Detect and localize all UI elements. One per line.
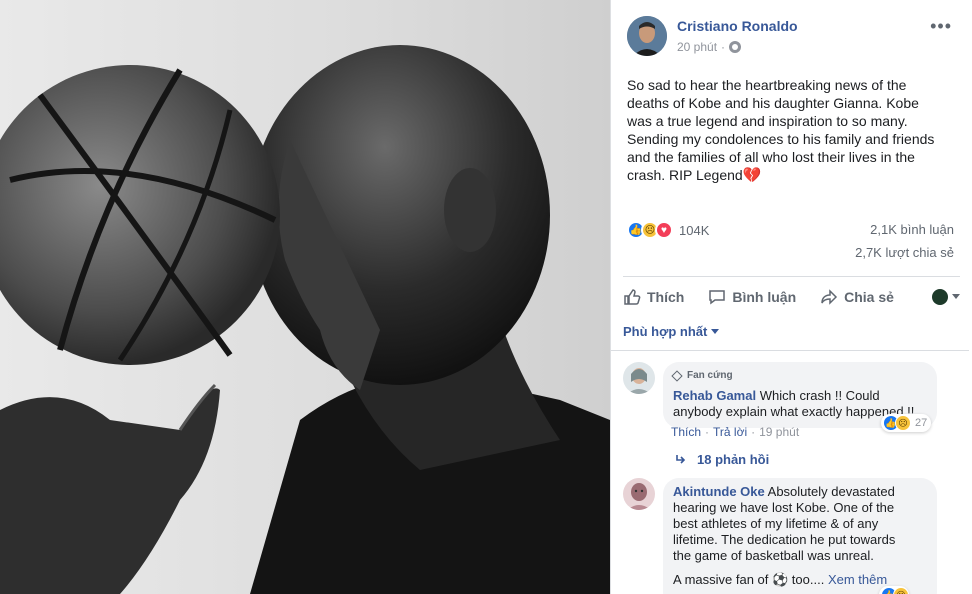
comment-button[interactable]: Bình luận bbox=[708, 282, 796, 306]
comment-reaction-count: 27 bbox=[915, 417, 928, 429]
sort-label: Phù hợp nhất bbox=[623, 324, 708, 339]
page-avatar bbox=[932, 288, 948, 305]
post-photo[interactable] bbox=[0, 0, 610, 594]
commenter-name[interactable]: Akintunde Oke bbox=[673, 484, 765, 499]
comment-reply-link[interactable]: Trả lời bbox=[713, 425, 747, 439]
thumbs-up-icon bbox=[624, 288, 641, 305]
see-more-link[interactable]: Xem thêm bbox=[828, 572, 887, 587]
chevron-down-icon bbox=[952, 294, 960, 299]
author-name[interactable]: Cristiano Ronaldo bbox=[677, 18, 798, 34]
post-time[interactable]: 20 phút bbox=[677, 40, 717, 54]
love-icon: ♥ bbox=[655, 221, 673, 239]
commenter-name[interactable]: Rehab Gamal bbox=[673, 388, 756, 403]
sad-icon: ☹ bbox=[895, 415, 911, 431]
share-icon bbox=[821, 288, 838, 305]
share-label: Chia sẻ bbox=[844, 288, 894, 305]
badge-label: Fan cứng bbox=[687, 370, 733, 381]
reply-arrow-icon bbox=[676, 454, 686, 464]
reactions-summary[interactable]: 👍 ☹ ♥ 104K bbox=[627, 221, 709, 239]
comments-count[interactable]: 2,1K bình luận bbox=[870, 222, 954, 237]
comment-reactions[interactable]: 👍 ☹ 27 bbox=[881, 414, 932, 432]
divider bbox=[611, 350, 972, 351]
post-body: So sad to hear the heartbreaking news of… bbox=[627, 77, 935, 183]
share-button[interactable]: Chia sẻ bbox=[820, 282, 894, 306]
commenter-avatar[interactable] bbox=[623, 478, 655, 510]
comment-reactions[interactable]: 👍 ☹ bbox=[879, 586, 909, 594]
comment-bubble: Akintunde Oke Absolutely devastated hear… bbox=[663, 478, 937, 594]
author-avatar[interactable] bbox=[627, 16, 667, 56]
like-label: Thích bbox=[647, 288, 685, 305]
replies-label: 18 phản hồi bbox=[697, 452, 770, 467]
like-button[interactable]: Thích bbox=[623, 282, 684, 306]
comment-text-continued: A massive fan of ⚽ too.... bbox=[673, 572, 825, 587]
commenter-avatar[interactable] bbox=[623, 362, 655, 394]
sad-icon: ☹ bbox=[893, 587, 909, 594]
reaction-count: 104K bbox=[679, 222, 710, 238]
post-meta: 20 phút · bbox=[677, 40, 742, 54]
comment-like-link[interactable]: Thích bbox=[671, 425, 701, 439]
action-bar: Thích Bình luận Chia sẻ bbox=[623, 276, 960, 310]
photo-image bbox=[0, 45, 610, 594]
comment-content: Akintunde Oke Absolutely devastated hear… bbox=[673, 484, 925, 564]
chevron-down-icon bbox=[711, 329, 720, 334]
globe-icon bbox=[729, 41, 742, 53]
post-panel: Cristiano Ronaldo 20 phút · ••• So sad t… bbox=[610, 0, 972, 594]
comment-time[interactable]: 19 phút bbox=[759, 425, 799, 439]
comment-sort-dropdown[interactable]: Phù hợp nhất bbox=[623, 324, 720, 339]
post-text: So sad to hear the heartbreaking news of… bbox=[627, 76, 963, 185]
broken-heart-icon: 💔 bbox=[742, 167, 762, 184]
fan-badge: Fan cứng bbox=[671, 368, 925, 384]
comment-icon bbox=[709, 289, 726, 304]
shares-count[interactable]: 2,7K lượt chia sẻ bbox=[855, 245, 954, 260]
diamond-icon bbox=[671, 370, 683, 382]
post-header: Cristiano Ronaldo 20 phút · ••• bbox=[627, 14, 960, 58]
more-options-icon[interactable]: ••• bbox=[930, 17, 952, 35]
post-as-selector[interactable] bbox=[932, 283, 960, 305]
view-replies-link[interactable]: 18 phản hồi bbox=[675, 452, 769, 467]
comment-label: Bình luận bbox=[732, 288, 797, 305]
comment-actions: Thích · Trả lời · 19 phút bbox=[671, 425, 800, 439]
